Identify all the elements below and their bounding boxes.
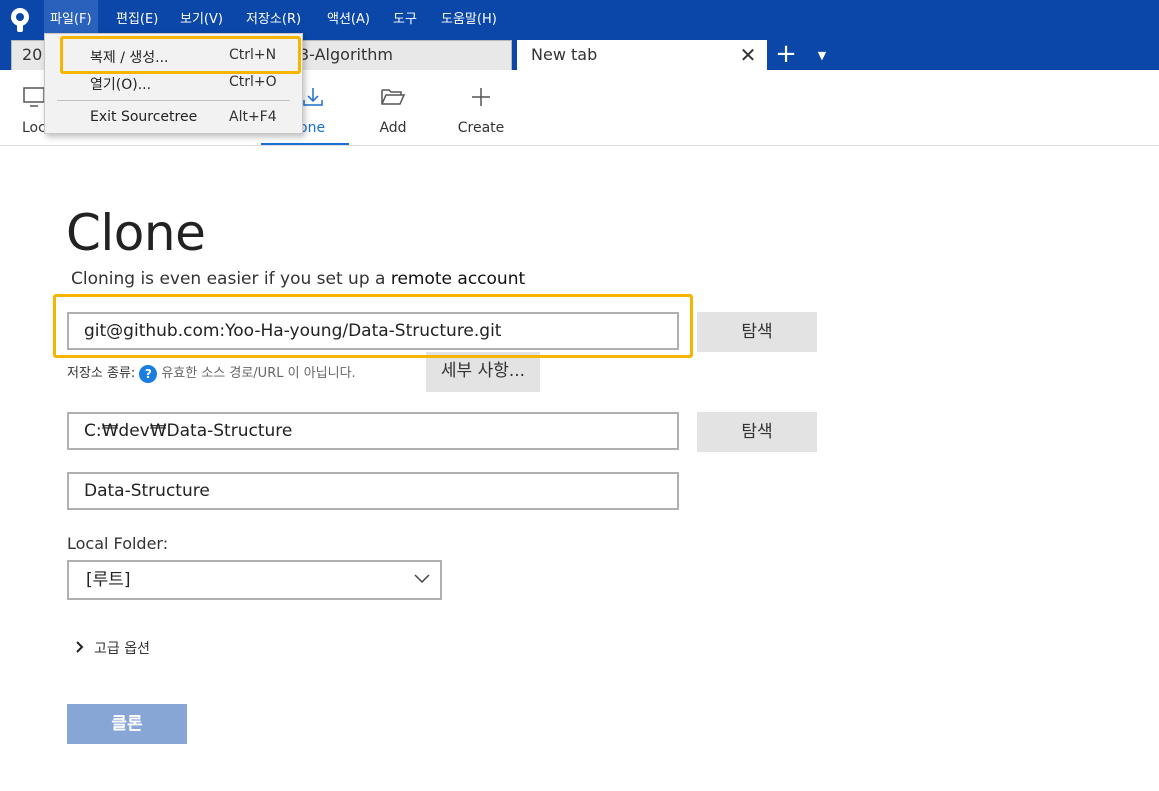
menu-item-exit[interactable]: Exit Sourcetree Alt+F4 — [45, 105, 302, 131]
local-folder-label: Local Folder: — [67, 534, 169, 553]
folder-open-icon — [381, 89, 406, 105]
page-title: Clone — [66, 204, 206, 262]
menu-item-open[interactable]: 열기(O)... Ctrl+O — [45, 70, 302, 96]
tab-label: 3-Algorithm — [299, 45, 393, 64]
tab-repo-algorithm[interactable]: 3-Algorithm — [290, 40, 512, 70]
menu-item-clone-create[interactable]: 복제 / 생성... Ctrl+N — [45, 43, 302, 69]
advanced-options-toggle[interactable]: 고급 옵션 — [76, 638, 150, 658]
browse-destination-button[interactable]: 탐색 — [697, 412, 817, 452]
local-folder-value: [루트] — [86, 570, 131, 590]
menu-item-label: 복제 / 생성... — [90, 50, 169, 66]
tab-label: 20 — [22, 45, 43, 64]
local-folder-select[interactable]: [루트] — [67, 560, 442, 600]
menu-help[interactable]: 도움말(H) — [435, 0, 503, 40]
help-icon[interactable]: ? — [139, 364, 158, 383]
toolbar-add[interactable]: Add — [368, 70, 418, 146]
menu-item-shortcut: Alt+F4 — [229, 109, 277, 125]
menu-item-label: Exit Sourcetree — [90, 109, 198, 125]
details-button[interactable]: 세부 사항... — [426, 352, 540, 392]
menu-actions[interactable]: 액션(A) — [321, 0, 376, 40]
advanced-options-label: 고급 옵션 — [94, 641, 150, 657]
close-icon[interactable]: ✕ — [738, 44, 758, 66]
chevron-right-icon — [76, 641, 84, 653]
toolbar-add-label: Add — [379, 120, 407, 136]
subtitle-text: Cloning is even easier if you set up a — [71, 269, 391, 289]
add-tab-icon[interactable]: + — [772, 40, 800, 70]
monitor-icon — [23, 87, 45, 107]
toolbar-create[interactable]: Create — [451, 70, 511, 146]
toolbar-create-label: Create — [457, 120, 505, 136]
source-url-input[interactable]: git@github.com:Yoo-Ha-young/Data-Structu… — [67, 312, 679, 350]
repo-name-input[interactable]: Data-Structure — [67, 472, 679, 510]
tab-new-tab[interactable]: New tab ✕ — [517, 40, 767, 70]
download-icon — [303, 88, 323, 106]
menu-item-label: 열기(O)... — [90, 77, 152, 93]
toolbar-clone-label: one — [299, 120, 326, 136]
remote-account-link[interactable]: remote account — [391, 269, 525, 289]
repo-type-status: 유효한 소스 경로/URL 이 아닙니다. — [161, 366, 356, 381]
chevron-down-icon — [414, 574, 430, 584]
tab-list-dropdown-icon[interactable]: ▼ — [812, 40, 832, 70]
menu-separator — [57, 100, 290, 101]
page-subtitle: Cloning is even easier if you set up a r… — [71, 269, 525, 289]
menu-tools[interactable]: 도구 — [387, 0, 423, 40]
clone-button[interactable]: 클론 — [67, 704, 187, 744]
destination-path-input[interactable]: C:₩dev₩Data-Structure — [67, 412, 679, 450]
sourcetree-window: 파일(F) 편집(E) 보기(V) 저장소(R) 액션(A) 도구 도움말(H)… — [0, 0, 1159, 791]
tab-label: New tab — [531, 45, 598, 64]
plus-icon — [472, 88, 490, 106]
repo-type-row: 저장소 종류:? 유효한 소스 경로/URL 이 아닙니다. — [67, 362, 356, 383]
file-menu-dropdown: 복제 / 생성... Ctrl+N 열기(O)... Ctrl+O Exit S… — [44, 33, 303, 134]
repo-type-label: 저장소 종류: — [67, 366, 136, 381]
menu-item-shortcut: Ctrl+O — [229, 74, 277, 90]
sourcetree-logo-icon[interactable] — [8, 7, 32, 33]
browse-source-button[interactable]: 탐색 — [697, 312, 817, 352]
menu-item-shortcut: Ctrl+N — [229, 47, 277, 63]
